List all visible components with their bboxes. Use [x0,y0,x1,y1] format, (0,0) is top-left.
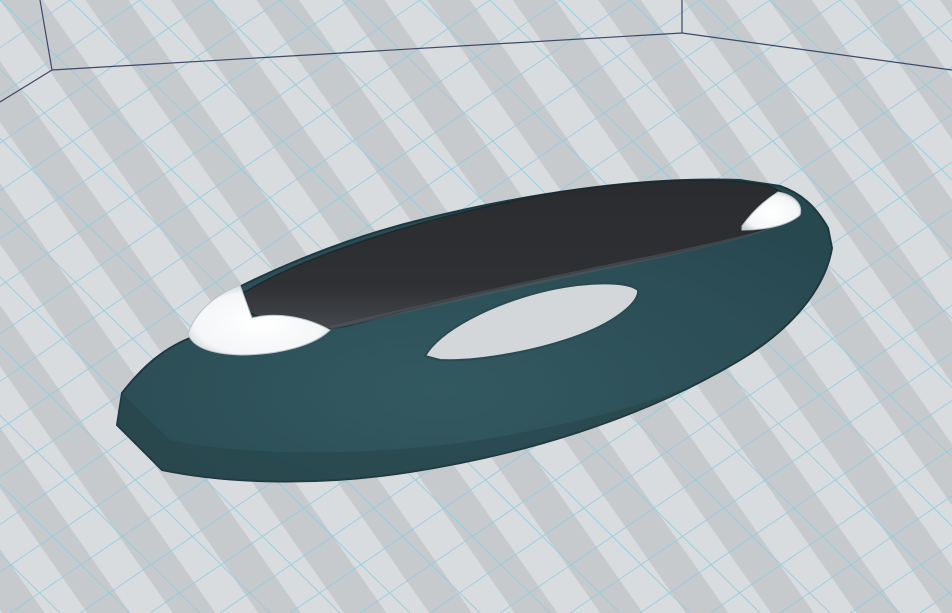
scene-canvas[interactable] [0,0,952,613]
3d-viewport[interactable] [0,0,952,613]
